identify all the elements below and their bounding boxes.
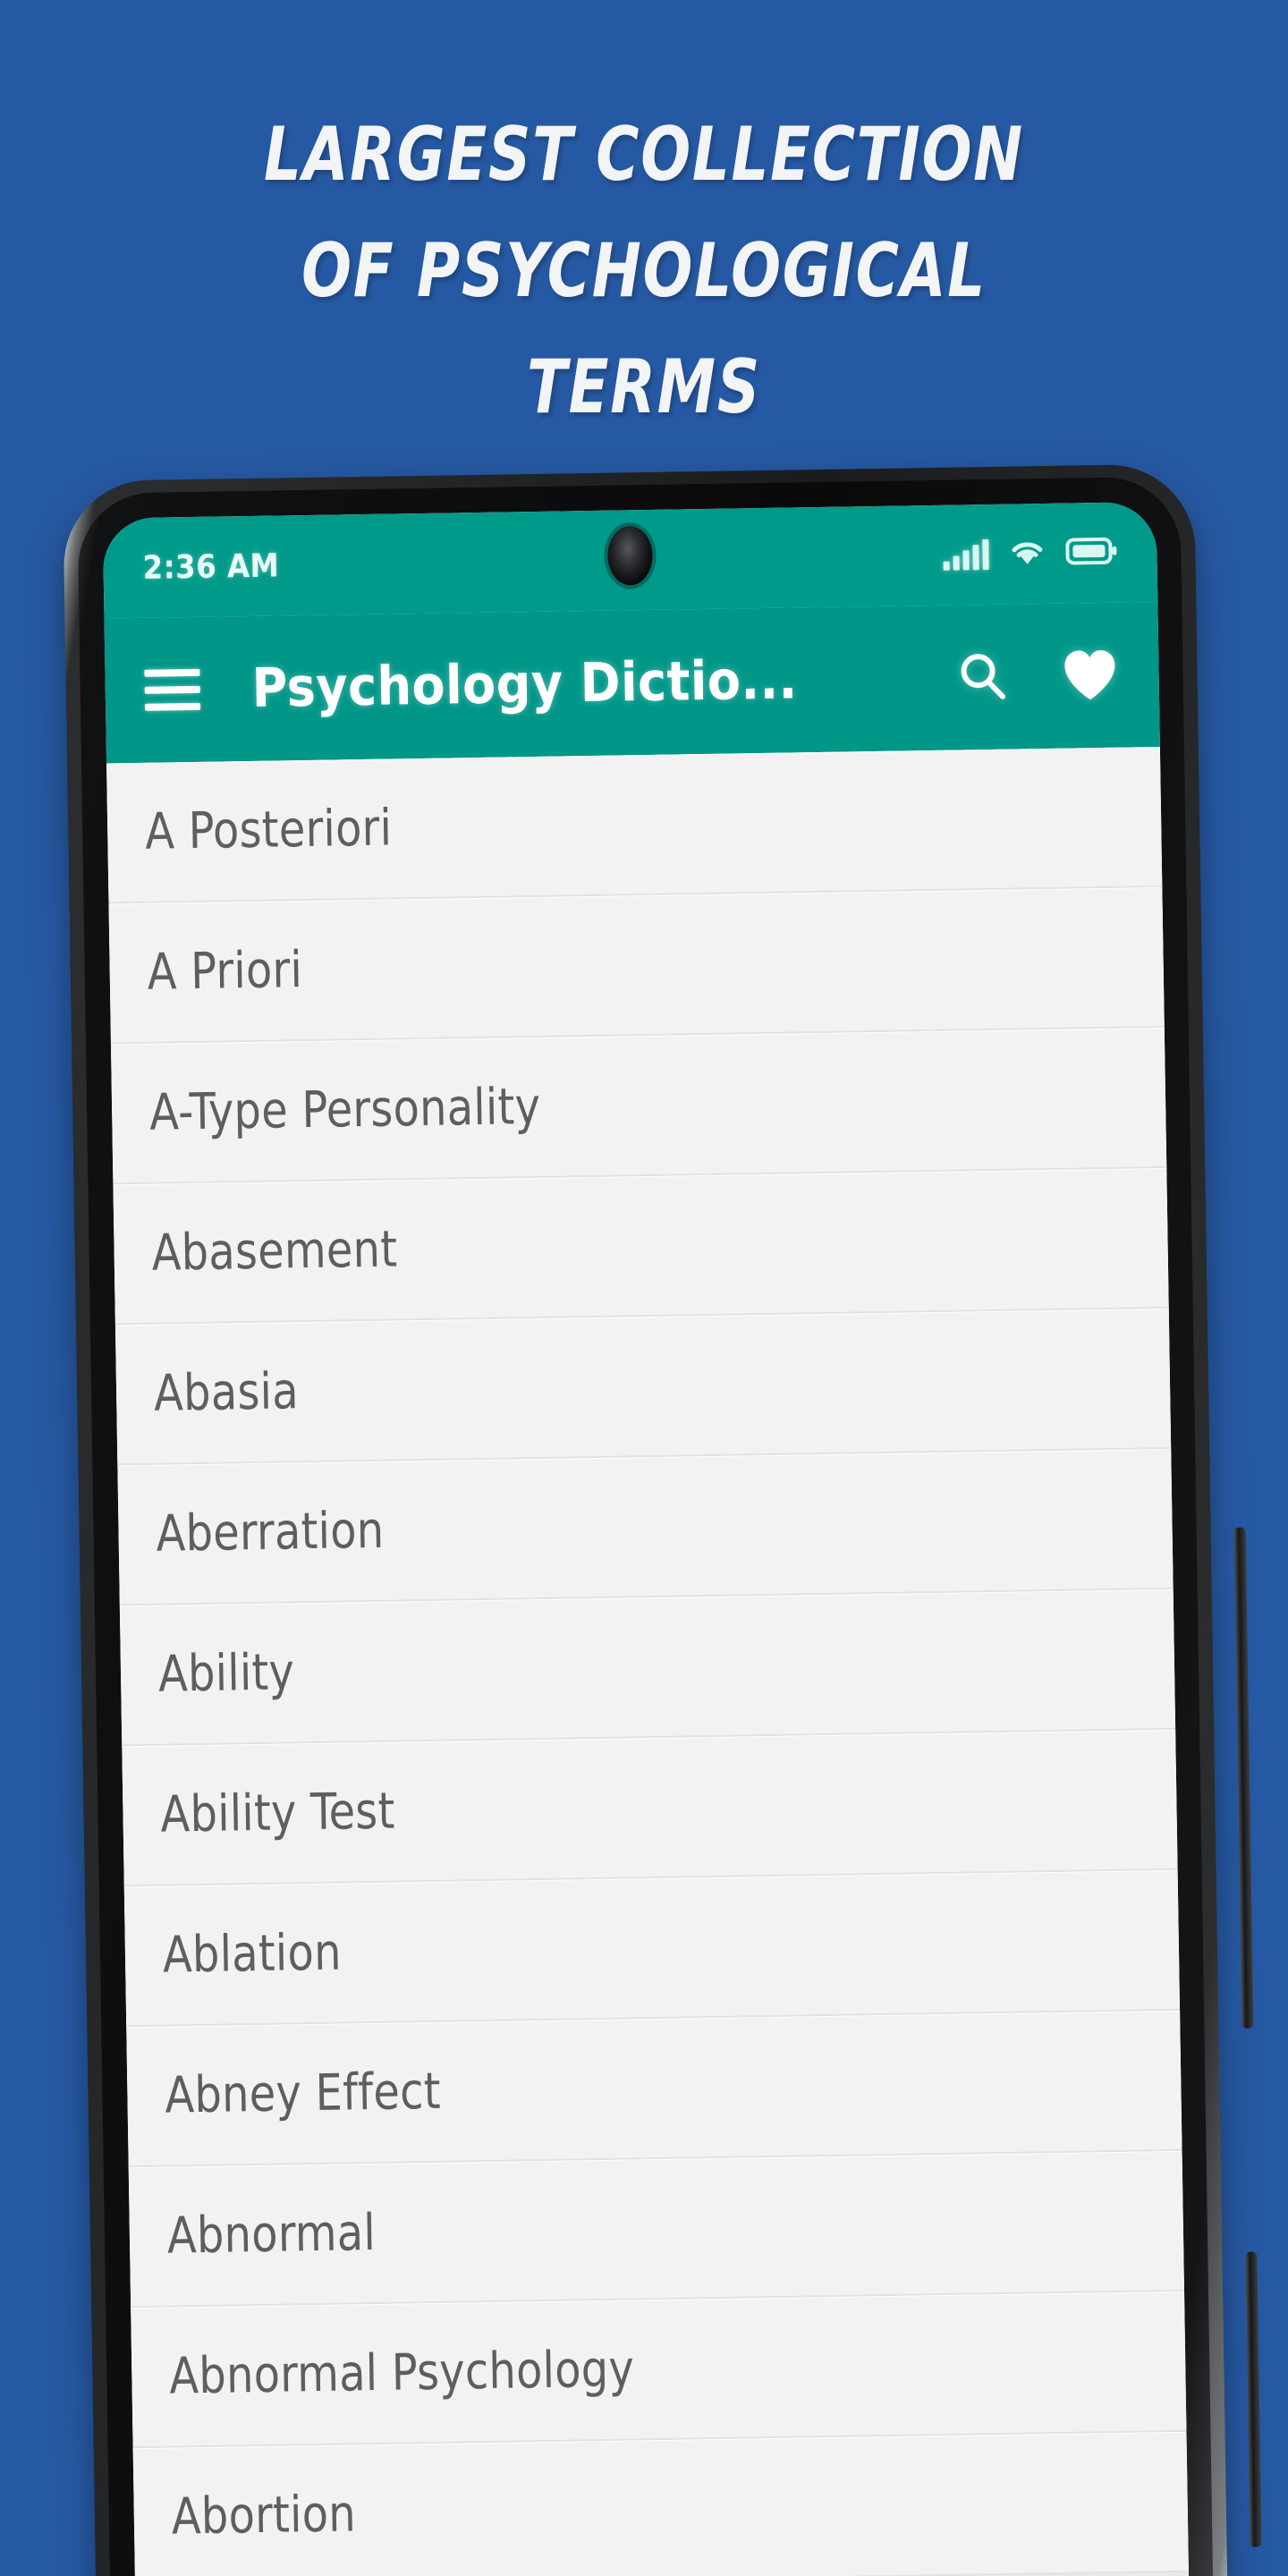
list-item[interactable]: Abasement: [113, 1167, 1169, 1326]
list-item[interactable]: Abnormal Psychology: [131, 2291, 1187, 2449]
list-item[interactable]: Abney Effect: [126, 2010, 1182, 2168]
list-item[interactable]: Abnormal: [128, 2150, 1185, 2309]
term-label: Ablation: [162, 1923, 343, 1985]
list-item[interactable]: Aberration: [117, 1448, 1174, 1606]
term-label: Abnormal Psychology: [168, 2340, 635, 2406]
power-button[interactable]: [1245, 2251, 1262, 2547]
list-item[interactable]: Ablation: [123, 1869, 1181, 2028]
promo-graphic: LARGEST COLLECTION OF PSYCHOLOGICAL TERM…: [0, 0, 1288, 2576]
phone-mockup: 2:36 AM Psychology Dictio... A Posterior…: [63, 463, 1262, 2576]
heart-icon[interactable]: [1060, 646, 1120, 706]
list-item[interactable]: Abortion: [132, 2431, 1189, 2576]
term-label: Abortion: [171, 2485, 357, 2546]
battery-full-icon: [1065, 536, 1118, 570]
list-item[interactable]: A Priori: [108, 886, 1165, 1045]
phone-screen: 2:36 AM Psychology Dictio... A Posterior…: [102, 502, 1190, 2576]
term-label: Abasia: [153, 1362, 300, 1423]
list-item[interactable]: A Posteriori: [106, 746, 1163, 904]
term-label: Ability Test: [160, 1782, 396, 1844]
promo-headline: LARGEST COLLECTION OF PSYCHOLOGICAL TERM…: [264, 111, 1024, 430]
list-item[interactable]: Ability Test: [122, 1729, 1178, 1887]
list-item[interactable]: Ability: [119, 1589, 1176, 1747]
status-bar-indicators: [943, 535, 1118, 572]
term-label: A-Type Personality: [148, 1077, 541, 1142]
list-item[interactable]: A-Type Personality: [110, 1027, 1167, 1185]
wifi-icon: [1008, 536, 1046, 572]
term-label: Aberration: [156, 1501, 385, 1563]
front-camera-punch-hole: [606, 525, 653, 586]
status-bar-clock: 2:36 AM: [142, 547, 280, 587]
search-icon[interactable]: [953, 648, 1013, 708]
term-label: A Priori: [147, 941, 303, 1002]
term-label: Abney Effect: [164, 2062, 442, 2125]
dictionary-term-list[interactable]: A Posteriori A Priori A-Type Personality…: [106, 746, 1190, 2576]
term-label: Ability: [157, 1643, 295, 1704]
app-bar: Psychology Dictio...: [104, 601, 1160, 764]
term-label: Abnormal: [166, 2203, 377, 2266]
app-bar-actions: [953, 646, 1120, 708]
term-label: A Posteriori: [144, 799, 393, 861]
signal-bars-icon: [943, 538, 989, 571]
volume-button[interactable]: [1233, 1527, 1254, 2029]
hamburger-menu-icon[interactable]: [144, 668, 201, 711]
status-bar: 2:36 AM: [102, 502, 1158, 619]
app-bar-title: Psychology Dictio...: [251, 648, 798, 720]
list-item[interactable]: Abasia: [114, 1308, 1172, 1466]
term-label: Abasement: [151, 1220, 398, 1283]
